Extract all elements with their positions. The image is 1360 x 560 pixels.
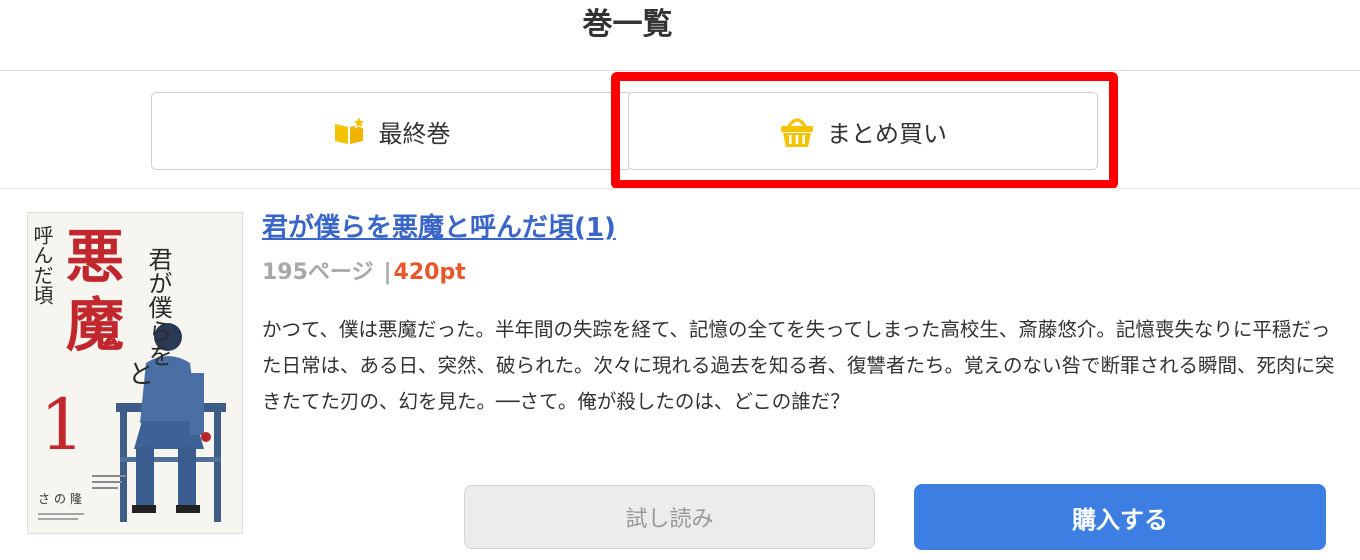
cover-volume-number: 1: [40, 384, 85, 466]
cover-title-small: と: [128, 360, 154, 390]
price: 420pt: [393, 260, 466, 285]
basket-icon: [779, 114, 815, 148]
buy-button[interactable]: 購入する: [914, 484, 1326, 550]
final-volume-label: 最終巻: [378, 119, 451, 148]
page-title: 巻一覧: [582, 7, 673, 42]
divider: [0, 188, 1360, 189]
cover-title-big-2: 魔: [66, 291, 124, 359]
book-description: かつて、僕は悪魔だった。半年間の失踪を経て、記憶の全てを失ってしまった高校生、斎…: [262, 318, 1335, 413]
trial-read-label: 試し読み: [625, 507, 714, 532]
meta-separator: |: [383, 260, 392, 285]
cover-author: さの隆: [38, 491, 86, 506]
book-star-icon: [333, 116, 367, 146]
volume-list-page: 巻一覧 最終巻 まとめ買い 君が僕らを 呼んだ頃 悪 魔 と 1 さの隆 君が僕…: [0, 0, 1360, 560]
trial-read-button[interactable]: 試し読み: [464, 485, 875, 549]
cover-title-big-1: 悪: [66, 223, 124, 291]
buy-label: 購入する: [1072, 505, 1168, 534]
book-cover-image[interactable]: 君が僕らを 呼んだ頃 悪 魔 と 1 さの隆: [27, 212, 243, 534]
final-volume-button[interactable]: 最終巻: [151, 92, 632, 170]
cover-title-vertical-2: 呼んだ頃: [30, 225, 54, 305]
book-title-link[interactable]: 君が僕らを悪魔と呼んだ頃(1): [262, 208, 616, 248]
book-meta: 195ページ |420pt: [262, 256, 466, 290]
bulk-purchase-label: まとめ買い: [827, 119, 947, 148]
cover-title-vertical-1: 君が僕らを: [144, 247, 172, 367]
divider: [0, 70, 1360, 71]
page-count: 195ページ: [262, 260, 374, 285]
bulk-purchase-button[interactable]: まとめ買い: [628, 92, 1098, 170]
